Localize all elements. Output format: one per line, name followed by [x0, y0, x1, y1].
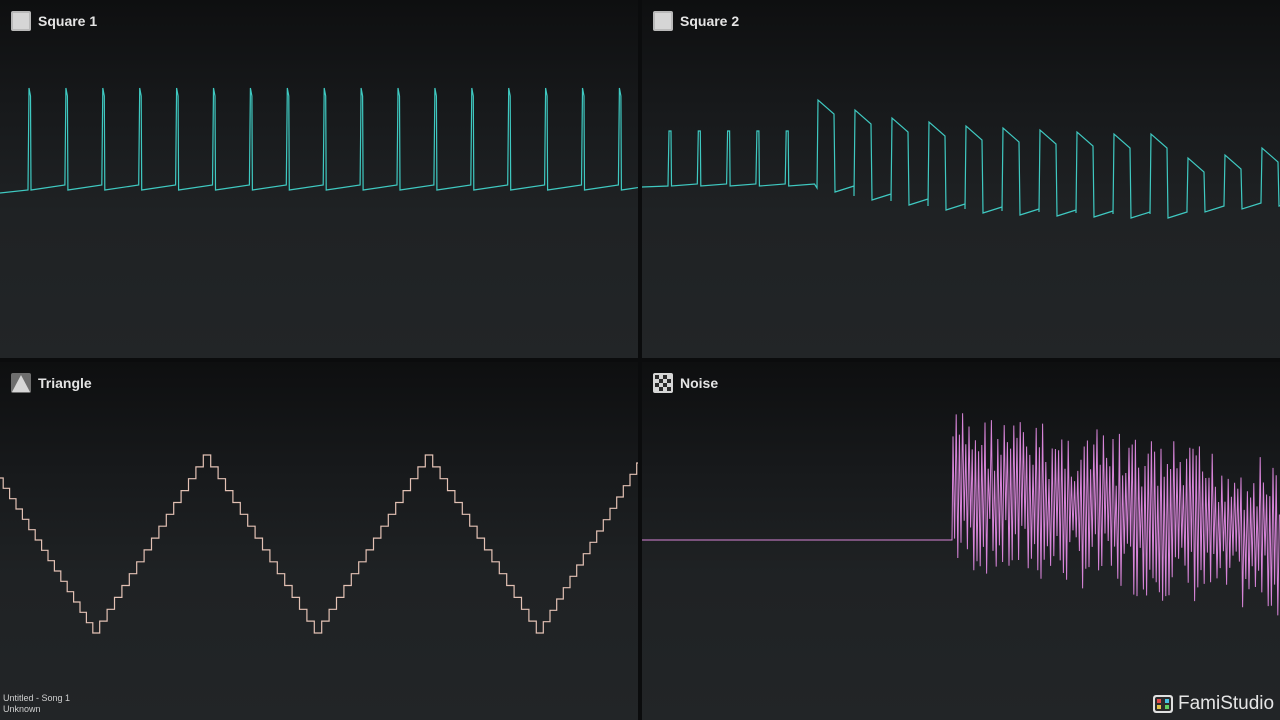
triangle-scope-panel: Triangle — [0, 362, 638, 720]
noise-channel-icon — [653, 373, 673, 393]
famistudio-logo-icon — [1153, 695, 1173, 713]
square-channel-icon — [653, 11, 673, 31]
square1-title: Square 1 — [38, 13, 98, 29]
song-info: Untitled - Song 1 Unknown — [3, 693, 70, 715]
square2-waveform — [642, 98, 1280, 219]
triangle-title: Triangle — [38, 375, 92, 391]
song-title: Untitled - Song 1 — [3, 693, 71, 703]
noise-waveform — [642, 413, 1280, 616]
square2-title: Square 2 — [680, 13, 740, 29]
brand-name: FamiStudio — [1178, 693, 1275, 714]
noise-title: Noise — [680, 375, 719, 391]
square2-header: Square 2 — [652, 10, 739, 32]
square-channel-icon — [11, 11, 31, 31]
square1-waveform — [0, 87, 638, 194]
famistudio-logo: FamiStudio — [1152, 691, 1274, 717]
triangle-waveform — [0, 454, 638, 634]
noise-header: Noise — [652, 372, 718, 394]
triangle-channel-icon — [11, 373, 31, 393]
square2-scope-panel: Square 2 — [642, 0, 1280, 358]
song-author: Unknown — [3, 704, 41, 714]
noise-scope-panel: Noise — [642, 362, 1280, 720]
square1-header: Square 1 — [10, 10, 97, 32]
triangle-header: Triangle — [10, 372, 92, 394]
square1-scope-panel: Square 1 — [0, 0, 638, 358]
